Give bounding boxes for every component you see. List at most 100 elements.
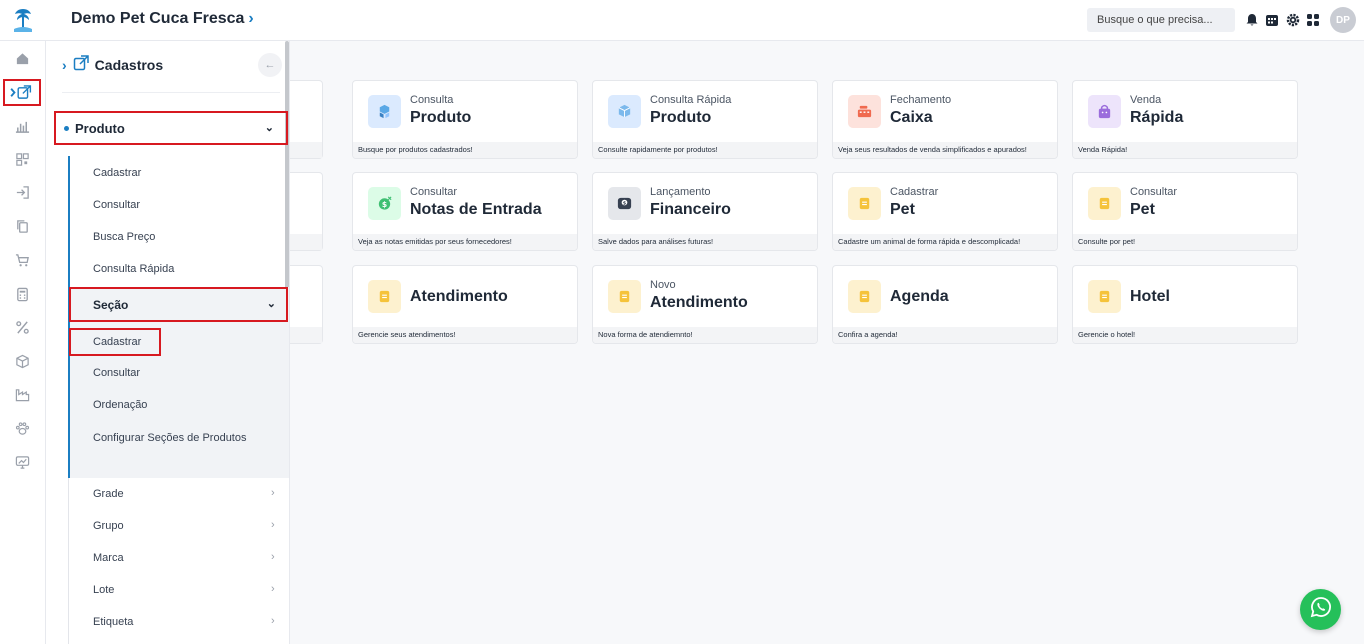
- card-footer: Nova forma de atendiemnto!: [593, 327, 817, 343]
- card-venda-rapida[interactable]: Venda Rápida Venda Rápida!: [1072, 80, 1298, 159]
- card-subtitle: Consultar: [1130, 186, 1178, 198]
- card-hotel[interactable]: Hotel Gerencie o hotel!: [1072, 265, 1298, 344]
- monitor-chart-icon[interactable]: [14, 454, 30, 470]
- card-footer: Gerencie seus atendimentos!: [353, 327, 577, 343]
- card-consultar-pet[interactable]: Consultar Pet Consulte por pet!: [1072, 172, 1298, 251]
- menu-item-configurar-secoes[interactable]: Configurar Seções de Produtos: [93, 432, 246, 444]
- menu-item-consultar[interactable]: Consultar: [93, 199, 140, 211]
- card-footer: Venda Rápida!: [1073, 142, 1297, 158]
- divider: [62, 92, 280, 93]
- card-subtitle: Fechamento: [890, 94, 952, 106]
- home-icon[interactable]: [14, 50, 30, 66]
- icon-rail: [0, 41, 46, 644]
- card-footer: Salve dados para análises futuras!: [593, 234, 817, 250]
- card-partial[interactable]: [290, 80, 323, 159]
- menu-item-label: Cadastrar: [93, 336, 142, 348]
- card-title: Produto: [410, 109, 472, 126]
- company-selector[interactable]: Demo Pet Cuca Fresca ›: [71, 10, 254, 28]
- card-footer: Busque por produtos cadastrados!: [353, 142, 577, 158]
- menu-section-produto[interactable]: Produto ⌄: [54, 111, 288, 145]
- card-footer: Cadastre um animal de forma rápida e des…: [833, 234, 1057, 250]
- card-subtitle: Consulta: [410, 94, 454, 106]
- logo-icon[interactable]: [10, 5, 36, 35]
- cash-register-icon: [848, 95, 881, 128]
- card-agenda[interactable]: Agenda Confira a agenda!: [832, 265, 1058, 344]
- card-partial[interactable]: [290, 172, 323, 251]
- menu-item-secao-cadastrar[interactable]: Cadastrar: [69, 328, 161, 356]
- chevron-right-icon: ›: [62, 56, 67, 73]
- submenu-line: [68, 478, 69, 644]
- chart-icon[interactable]: [14, 118, 30, 134]
- box-icon[interactable]: [14, 353, 30, 369]
- paw-icon[interactable]: [14, 420, 30, 436]
- card-footer: Consulte rapidamente por produtos!: [593, 142, 817, 158]
- card-footer: Consulte por pet!: [1073, 234, 1297, 250]
- menu-item-busca-preco[interactable]: Busca Preço: [93, 231, 155, 243]
- card-title: Notas de Entrada: [410, 201, 542, 218]
- login-icon[interactable]: [14, 184, 30, 200]
- card-consulta-rapida-produto[interactable]: Consulta Rápida Produto Consulte rapidam…: [592, 80, 818, 159]
- menu-group-label: Seção: [93, 297, 129, 312]
- company-name: Demo Pet Cuca Fresca: [71, 10, 245, 27]
- factory-icon[interactable]: [14, 386, 30, 402]
- menu-item-secao-ordenacao[interactable]: Ordenação: [93, 399, 147, 411]
- card-title: Produto: [650, 109, 712, 126]
- menu-title: Cadastros: [94, 56, 164, 73]
- box-icon: [608, 95, 641, 128]
- chevron-down-icon: ⌄: [264, 122, 274, 134]
- cart-icon[interactable]: [14, 252, 30, 268]
- avatar[interactable]: DP: [1330, 7, 1356, 33]
- note-icon: [1088, 280, 1121, 313]
- percent-icon[interactable]: [14, 319, 30, 335]
- menu-item-grupo[interactable]: Grupo: [93, 520, 124, 532]
- card-title: Caixa: [890, 109, 933, 126]
- top-bar: Demo Pet Cuca Fresca › DP: [0, 0, 1364, 41]
- apps-grid-icon[interactable]: [1306, 13, 1320, 27]
- calculator-icon[interactable]: [14, 286, 30, 302]
- notification-icon[interactable]: [1245, 13, 1259, 27]
- menu-item-grade[interactable]: Grade: [93, 488, 124, 500]
- card-title: Atendimento: [410, 288, 508, 305]
- cubes-icon: [368, 95, 401, 128]
- qr-icon[interactable]: [14, 151, 30, 167]
- calendar-icon[interactable]: [1265, 13, 1279, 27]
- chevron-right-icon: ›: [271, 519, 275, 531]
- wallet-icon: $: [608, 187, 641, 220]
- card-footer: Gerencie o hotel!: [1073, 327, 1297, 343]
- cadastros-icon[interactable]: [9, 84, 33, 100]
- note-icon: [368, 280, 401, 313]
- chevron-right-icon: ›: [271, 615, 275, 627]
- menu-header: › Cadastros: [62, 55, 163, 74]
- menu-item-lote[interactable]: Lote: [93, 584, 114, 596]
- menu-item-marca[interactable]: Marca: [93, 552, 124, 564]
- settings-icon[interactable]: [1286, 13, 1300, 27]
- card-title: Rápida: [1130, 109, 1184, 126]
- whatsapp-button[interactable]: [1300, 589, 1341, 630]
- card-fechamento-caixa[interactable]: Fechamento Caixa Veja seus resultados de…: [832, 80, 1058, 159]
- menu-item-consulta-rapida[interactable]: Consulta Rápida: [93, 263, 174, 275]
- card-lancamento-financeiro[interactable]: $ Lançamento Financeiro Salve dados para…: [592, 172, 818, 251]
- card-cadastrar-pet[interactable]: Cadastrar Pet Cadastre um animal de form…: [832, 172, 1058, 251]
- card-novo-atendimento[interactable]: Novo Atendimento Nova forma de atendiemn…: [592, 265, 818, 344]
- menu-item-cadastrar[interactable]: Cadastrar: [93, 167, 141, 179]
- menu-section-label: Produto: [75, 120, 125, 136]
- card-title: Hotel: [1130, 288, 1170, 305]
- chevron-right-icon: ›: [271, 551, 275, 563]
- card-partial[interactable]: [290, 265, 323, 344]
- bullet-dot: [64, 125, 69, 131]
- card-consulta-produto[interactable]: Consulta Produto Busque por produtos cad…: [352, 80, 578, 159]
- card-notas-de-entrada[interactable]: $ Consultar Notas de Entrada Veja as not…: [352, 172, 578, 251]
- card-subtitle: Consultar: [410, 186, 458, 198]
- collapse-menu-button[interactable]: ←: [258, 53, 282, 77]
- note-icon: [608, 280, 641, 313]
- menu-group-secao[interactable]: Seção ⌄: [69, 287, 288, 322]
- svg-text:$: $: [623, 201, 626, 207]
- menu-item-secao-consultar[interactable]: Consultar: [93, 367, 140, 379]
- card-title: Pet: [890, 201, 915, 218]
- note-icon: [848, 187, 881, 220]
- copy-icon[interactable]: [14, 218, 30, 234]
- card-footer: Veja as notas emitidas por seus forneced…: [353, 234, 577, 250]
- search-input[interactable]: [1087, 8, 1235, 32]
- card-atendimento[interactable]: Atendimento Gerencie seus atendimentos!: [352, 265, 578, 344]
- menu-item-etiqueta[interactable]: Etiqueta: [93, 616, 133, 628]
